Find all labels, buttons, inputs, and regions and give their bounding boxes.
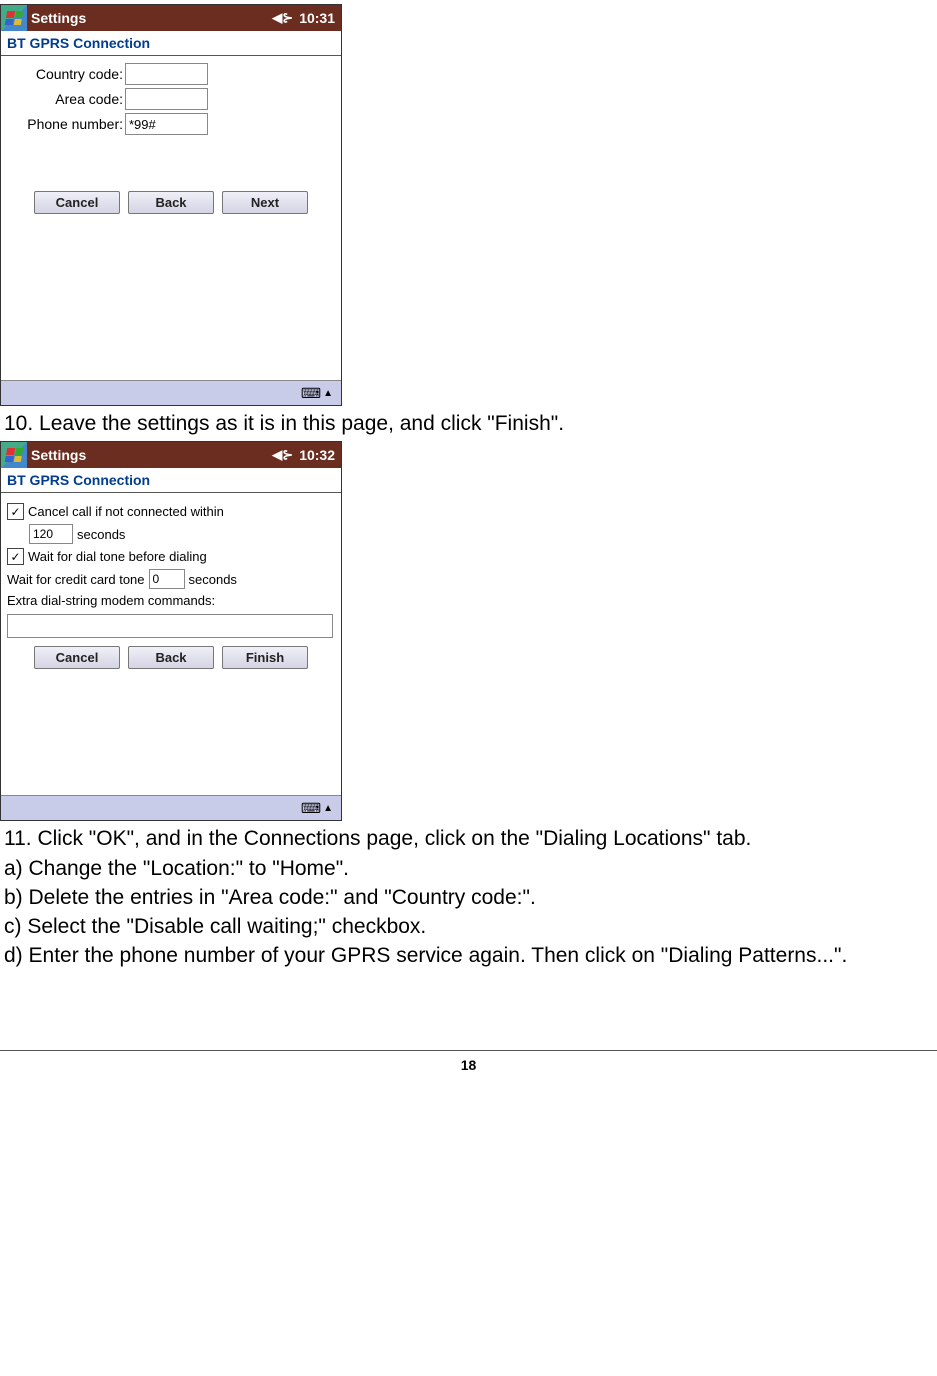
menu-up-icon[interactable]: ▲ [323, 803, 333, 814]
wait-credit-label: Wait for credit card tone [7, 572, 145, 587]
keyboard-icon[interactable]: ⌨ [301, 385, 321, 402]
wait-dial-label: Wait for dial tone before dialing [28, 549, 207, 564]
finish-button[interactable]: Finish [222, 646, 308, 669]
start-icon[interactable] [1, 442, 27, 468]
seconds-input[interactable] [29, 524, 73, 544]
cancel-button[interactable]: Cancel [34, 191, 120, 214]
app-title: Settings [31, 10, 272, 26]
area-code-label: Area code: [5, 91, 125, 107]
country-code-input[interactable] [125, 63, 208, 85]
credit-seconds-input[interactable] [149, 569, 185, 589]
volume-icon[interactable]: ◀⊱ [272, 447, 293, 463]
cancel-button[interactable]: Cancel [34, 646, 120, 669]
phone-number-label: Phone number: [5, 116, 125, 132]
step-11a: a) Change the "Location:" to "Home". [4, 855, 933, 882]
start-icon[interactable] [1, 5, 27, 31]
step-11b: b) Delete the entries in "Area code:" an… [4, 884, 933, 911]
app-title: Settings [31, 447, 272, 463]
step-11d: d) Enter the phone number of your GPRS s… [4, 942, 933, 969]
country-code-label: Country code: [5, 66, 125, 82]
clock[interactable]: 10:31 [299, 10, 335, 26]
credit-seconds-label: seconds [189, 572, 237, 587]
wait-dial-checkbox[interactable]: ✓ [7, 548, 24, 565]
phone-number-input[interactable] [125, 113, 208, 135]
volume-icon[interactable]: ◀⊱ [272, 10, 293, 26]
extra-commands-input[interactable] [7, 614, 333, 638]
page-number: 18 [0, 1050, 937, 1073]
seconds-label: seconds [77, 527, 125, 542]
bottom-bar: ⌨ ▲ [1, 380, 341, 405]
cancel-call-checkbox[interactable]: ✓ [7, 503, 24, 520]
section-title: BT GPRS Connection [1, 31, 341, 56]
menu-up-icon[interactable]: ▲ [323, 388, 333, 399]
step-11: 11. Click "OK", and in the Connections p… [4, 825, 933, 852]
step-10: 10. Leave the settings as it is in this … [4, 410, 933, 437]
bottom-bar: ⌨ ▲ [1, 795, 341, 820]
clock[interactable]: 10:32 [299, 447, 335, 463]
form-body: ✓ Cancel call if not connected within se… [1, 493, 341, 725]
title-bar: Settings ◀⊱ 10:31 [1, 5, 341, 31]
screenshot-1: Settings ◀⊱ 10:31 BT GPRS Connection Cou… [0, 4, 342, 406]
next-button[interactable]: Next [222, 191, 308, 214]
title-bar: Settings ◀⊱ 10:32 [1, 442, 341, 468]
step-11c: c) Select the "Disable call waiting;" ch… [4, 913, 933, 940]
section-title: BT GPRS Connection [1, 468, 341, 493]
keyboard-icon[interactable]: ⌨ [301, 800, 321, 817]
back-button[interactable]: Back [128, 191, 214, 214]
screenshot-2: Settings ◀⊱ 10:32 BT GPRS Connection ✓ C… [0, 441, 342, 821]
back-button[interactable]: Back [128, 646, 214, 669]
extra-commands-label: Extra dial-string modem commands: [7, 593, 215, 608]
form-body: Country code: Area code: Phone number: C… [1, 56, 341, 284]
cancel-call-label: Cancel call if not connected within [28, 504, 224, 519]
area-code-input[interactable] [125, 88, 208, 110]
